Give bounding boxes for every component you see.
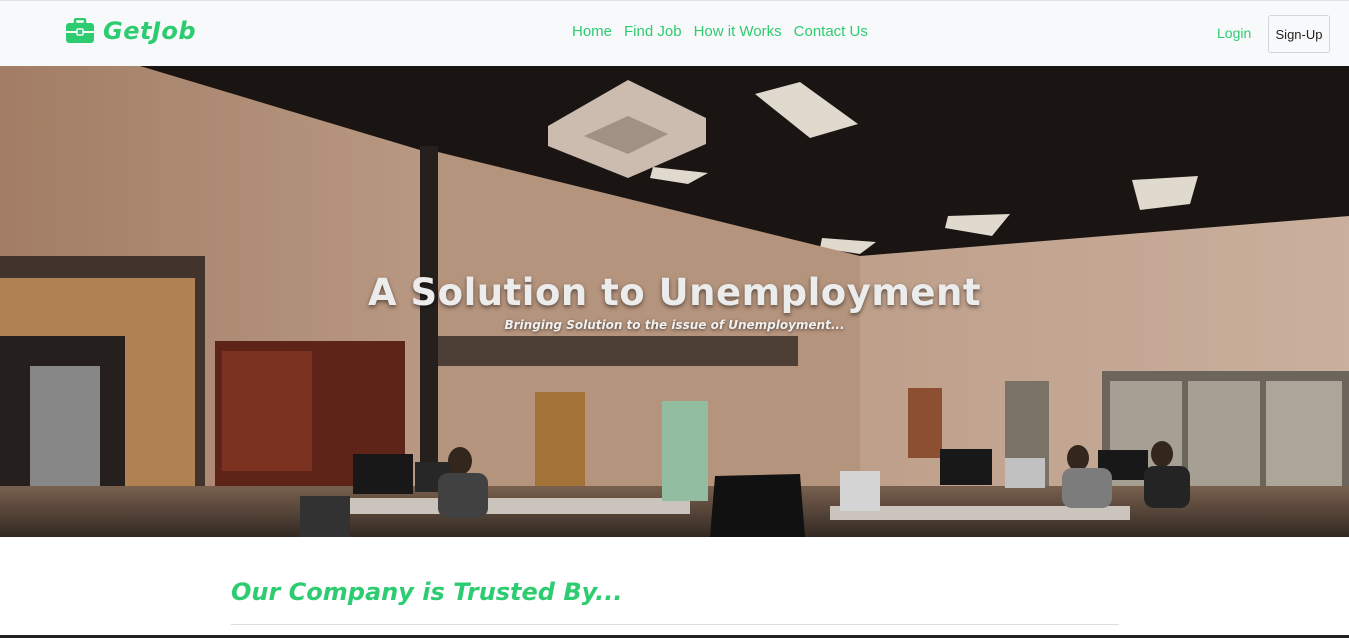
signup-button[interactable]: Sign-Up bbox=[1268, 15, 1330, 53]
hero-subtitle: Bringing Solution to the issue of Unempl… bbox=[504, 318, 845, 332]
nav-how-it-works[interactable]: How it Works bbox=[688, 23, 788, 40]
nav-contact-us[interactable]: Contact Us bbox=[788, 23, 874, 40]
nav-home[interactable]: Home bbox=[566, 23, 618, 40]
briefcase-icon bbox=[66, 18, 94, 43]
section-divider bbox=[231, 624, 1119, 625]
login-link[interactable]: Login bbox=[1213, 25, 1255, 41]
nav-find-job[interactable]: Find Job bbox=[618, 23, 688, 40]
hero-banner: A Solution to Unemployment Bringing Solu… bbox=[0, 66, 1349, 537]
trusted-by-heading: Our Company is Trusted By... bbox=[231, 578, 623, 606]
hero-title: A Solution to Unemployment bbox=[367, 270, 982, 314]
main-nav: Home Find Job How it Works Contact Us bbox=[566, 23, 874, 40]
brand-logo[interactable]: GetJob bbox=[65, 17, 196, 45]
navbar: GetJob Home Find Job How it Works Contac… bbox=[0, 0, 1349, 66]
brand-name: GetJob bbox=[103, 17, 197, 45]
